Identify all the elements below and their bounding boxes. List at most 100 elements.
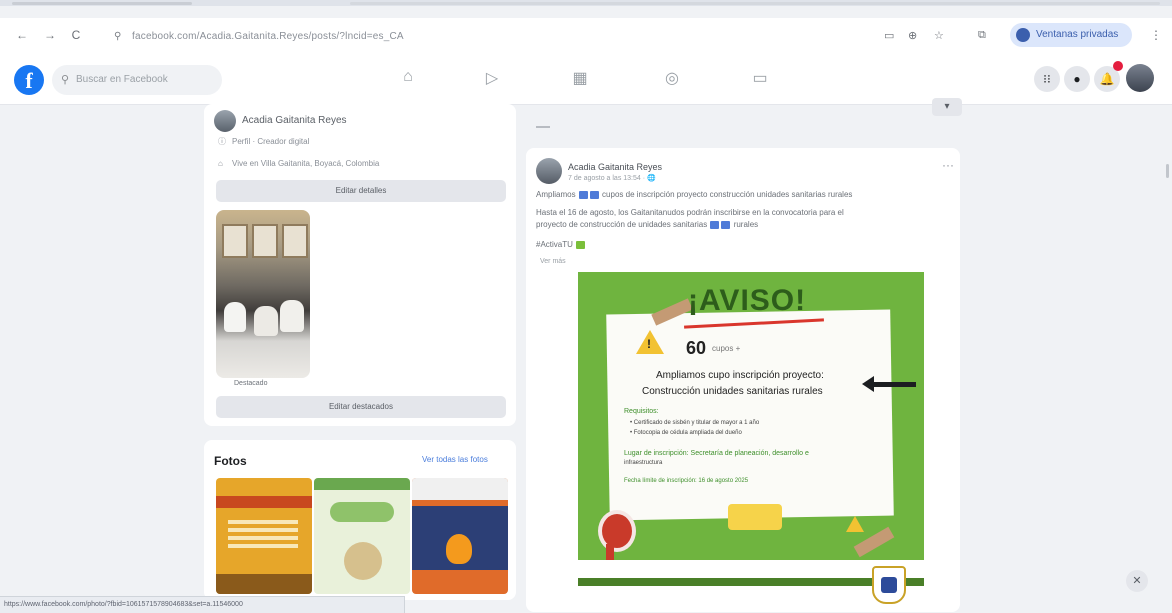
thumb-text-lines: [228, 520, 298, 524]
fire-icon: [446, 534, 472, 564]
featured-photo[interactable]: [216, 210, 310, 378]
browser-menu-icon[interactable]: ⋮: [1150, 28, 1162, 42]
profile-avatar-icon: [1016, 28, 1030, 42]
crest-shield: [881, 577, 897, 593]
flyer-number-sub: cupos +: [712, 344, 741, 353]
home-nav-icon[interactable]: ⌂: [396, 68, 420, 86]
flyer-requirements-title: Requisitos:: [624, 408, 659, 415]
flyer-number: 60: [686, 338, 707, 358]
forward-button[interactable]: →: [42, 28, 58, 42]
profile-name[interactable]: Acadia Gaitanita Reyes: [242, 115, 347, 126]
person-shape: [224, 302, 246, 332]
thumb-footer: [216, 574, 312, 594]
emoji-icon: [578, 190, 588, 199]
flyer-line1: Ampliamos cupo inscripción proyecto:: [656, 370, 824, 381]
avatar[interactable]: [536, 158, 562, 184]
scrollbar-thumb[interactable]: [1166, 164, 1169, 178]
flyer-place: Lugar de inscripción: Secretaría de plan…: [624, 450, 809, 457]
emoji-icon: [710, 220, 720, 229]
window-shape: [282, 224, 308, 258]
post-text-part: proyecto de construcción de unidades san…: [536, 220, 708, 229]
edit-details-button[interactable]: Editar detalles: [216, 180, 506, 202]
gaming-nav-icon[interactable]: ▭: [748, 68, 772, 88]
reload-button[interactable]: C: [68, 28, 84, 42]
see-more-link[interactable]: Ver más: [540, 258, 566, 265]
search-box[interactable]: ⚲ Buscar en Facebook: [52, 65, 222, 95]
post-text-part: rurales: [733, 220, 759, 229]
collapse-button[interactable]: ▾: [932, 98, 962, 116]
groups-nav-icon[interactable]: ◎: [660, 68, 684, 88]
video-nav-icon[interactable]: ▷: [480, 68, 504, 88]
flyer-place-cont: infraestructura: [624, 460, 663, 466]
menu-grid-icon[interactable]: ⁝⁝: [1034, 66, 1060, 92]
thumb-shape: [330, 502, 394, 522]
post-author-name[interactable]: Acadia Gaitanita Reyes: [568, 162, 662, 172]
bus-illustration: [728, 504, 782, 530]
megaphone-handle: [606, 544, 614, 560]
warning-icon: [846, 516, 864, 532]
home-icon: ⌂: [218, 159, 223, 168]
facebook-logo[interactable]: f: [14, 65, 44, 95]
info-icon: ⓘ: [218, 137, 226, 146]
active-tab[interactable]: [12, 2, 192, 5]
zoom-icon[interactable]: ⊕: [908, 29, 917, 42]
see-all-photos-link[interactable]: Ver todas las fotos: [422, 455, 488, 464]
back-button[interactable]: ←: [14, 28, 30, 42]
photos-card: Fotos Ver todas las fotos: [204, 440, 516, 600]
site-info-icon[interactable]: ⚲: [114, 31, 121, 42]
emoji-icon: [721, 220, 731, 229]
flyer-deadline: Fecha límite de inscripción: 16 de agost…: [624, 478, 749, 484]
post-text-part: cupos de inscripción proyecto construcci…: [602, 190, 853, 199]
hashtag-link[interactable]: #ActivaTU: [536, 240, 573, 249]
facebook-header: f ⚲ Buscar en Facebook ⌂ ▷ ▦ ◎ ▭ ⁝⁝ ● 🔔: [0, 58, 1172, 105]
person-shape: [254, 306, 278, 336]
photo-thumbnail[interactable]: [314, 478, 410, 594]
thumb-band: [314, 478, 410, 490]
emoji-icon: [589, 190, 599, 199]
marketplace-nav-icon[interactable]: ▦: [568, 68, 592, 88]
post-image-flyer[interactable]: ¡AVISO! ! 60 cupos + Ampliamos cupo insc…: [578, 272, 924, 560]
post-card: Acadia Gaitanita Reyes 7 de agosto a las…: [526, 148, 960, 612]
thumb-band: [216, 496, 312, 508]
profile-button[interactable]: Ventanas privadas: [1010, 23, 1132, 47]
arrow-shaft: [870, 382, 916, 387]
search-icon: ⚲: [61, 74, 70, 86]
flyer-line2: Construcción unidades sanitarias rurales: [642, 386, 823, 397]
extensions-icon[interactable]: ⧉: [978, 29, 986, 42]
intro-category-row: ⓘ Perfil · Creador digital: [218, 136, 309, 147]
post-text-line: Hasta el 16 de agosto, los Gaitanitanudo…: [536, 208, 844, 217]
edit-featured-button[interactable]: Editar destacados: [216, 396, 506, 418]
photo-thumbnail[interactable]: [412, 478, 508, 594]
municipal-crest-icon: [872, 566, 906, 604]
flyer-requirement: • Fotocopia de cédula ampliada del dueño: [630, 430, 742, 436]
post-timestamp[interactable]: 7 de agosto a las 13:54 · 🌐: [568, 174, 656, 182]
person-shape: [280, 300, 304, 332]
intro-category-text: Perfil · Creador digital: [232, 137, 310, 146]
post-text-line: Ampliamos cupos de inscripción proyecto …: [536, 190, 852, 199]
avatar[interactable]: [214, 110, 236, 132]
cast-icon[interactable]: ▭: [884, 29, 894, 42]
thumb-header: [412, 478, 508, 500]
intro-location-text: Vive en Villa Gaitanita, Boyacá, Colombi…: [232, 159, 380, 168]
close-chat-icon[interactable]: ✕: [1126, 570, 1148, 592]
window-shape: [252, 224, 278, 258]
account-avatar[interactable]: [1126, 64, 1154, 92]
intro-location-row: ⌂ Vive en Villa Gaitanita, Boyacá, Colomb…: [218, 159, 379, 168]
featured-caption: Destacado: [234, 380, 268, 387]
url-text[interactable]: facebook.com/Acadia.Gaitanita.Reyes/post…: [132, 31, 404, 42]
post-options-icon[interactable]: ···: [942, 158, 954, 172]
bookmark-star-icon[interactable]: ☆: [934, 29, 944, 42]
flyer-requirement: • Certificado de sisbén y titular de may…: [630, 420, 760, 426]
search-placeholder: Buscar en Facebook: [76, 74, 168, 85]
megaphone-icon: [598, 510, 636, 552]
profile-label: Ventanas privadas: [1036, 29, 1119, 40]
flyer-heading: ¡AVISO!: [688, 284, 807, 317]
messenger-icon[interactable]: ●: [1064, 66, 1090, 92]
warning-icon: !: [636, 330, 664, 354]
photo-thumbnail[interactable]: [216, 478, 312, 594]
thumb-shape: [344, 542, 382, 580]
post-hashtag-line: #ActivaTU: [536, 240, 586, 249]
emoji-icon: [576, 240, 586, 249]
browser-toolbar: ← → C ⚲ facebook.com/Acadia.Gaitanita.Re…: [0, 18, 1172, 58]
address-bar[interactable]: ⚲ facebook.com/Acadia.Gaitanita.Reyes/po…: [108, 24, 858, 50]
